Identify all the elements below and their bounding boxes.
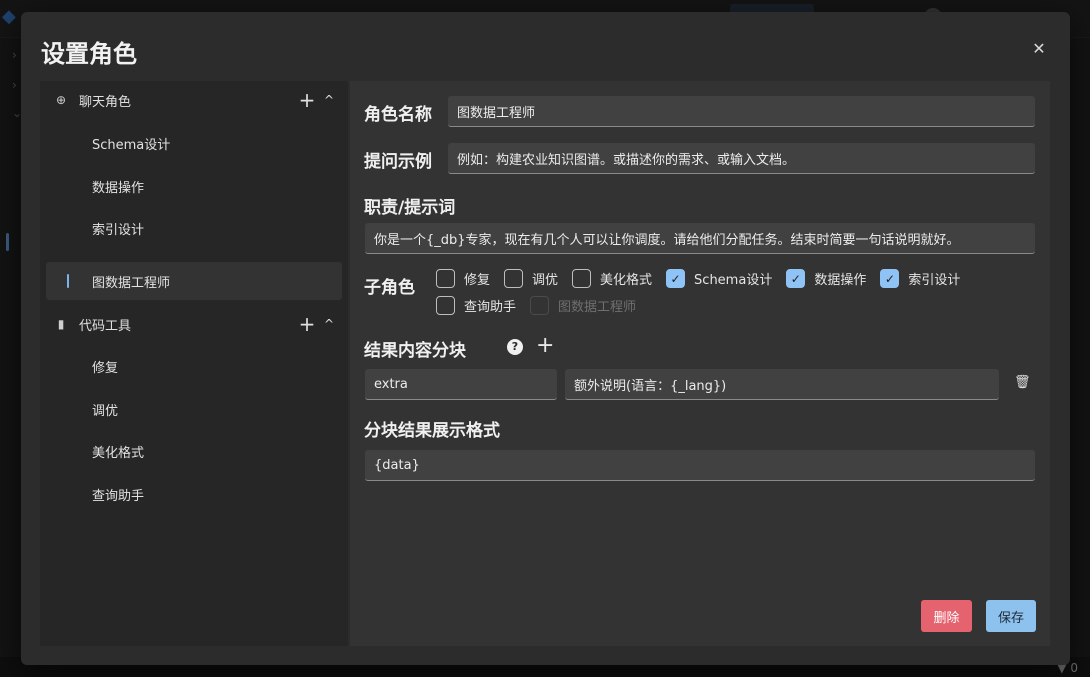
group-label: 聊天角色 <box>79 94 132 110</box>
sidebar-item-label: 美化格式 <box>92 445 145 461</box>
subroles-row-2: 查询助手 图数据工程师 <box>436 296 650 315</box>
checkbox-box <box>504 269 524 288</box>
robot-icon: ⊕ <box>55 93 67 107</box>
sidebar-item-label: 图数据工程师 <box>92 275 171 291</box>
save-button[interactable]: 保存 <box>986 600 1036 632</box>
prompt-label: 职责/提示词 <box>364 198 456 218</box>
sidebar-item-query-assistant[interactable]: 查询助手 <box>46 475 342 513</box>
checkmark-icon: ✓ <box>666 269 686 288</box>
sidebar-item-schema-design[interactable]: Schema设计 <box>46 124 342 162</box>
example-input[interactable]: 例如：构建农业知识图谱。或描述你的需求、或输入文档。 <box>448 143 1035 174</box>
sidebar-item-fix[interactable]: 修复 <box>46 347 342 385</box>
delete-button[interactable]: 删除 <box>921 600 972 632</box>
example-label: 提问示例 <box>364 152 432 172</box>
subrole-query-checkbox[interactable]: 查询助手 <box>436 296 516 315</box>
add-tool-icon[interactable]: + <box>298 314 316 334</box>
active-indicator <box>67 274 69 288</box>
sidebar-item-index-design[interactable]: 索引设计 <box>46 209 342 247</box>
role-form: 角色名称 图数据工程师 提问示例 例如：构建农业知识图谱。或描述你的需求、或输入… <box>350 81 1050 646</box>
subroles-row-1: 修复 调优 美化格式 ✓ Schema设计 ✓ 数据操作 ✓ 索引设计 <box>436 269 974 288</box>
sidebar-item-label: Schema设计 <box>92 137 171 153</box>
add-block-icon[interactable]: + <box>536 335 554 357</box>
checkbox-box <box>530 296 550 315</box>
sidebar-item-graph-engineer[interactable]: 图数据工程师 <box>46 262 342 300</box>
checkmark-icon: ✓ <box>880 269 900 288</box>
dialog-title: 设置角色 <box>41 40 137 68</box>
group-header-code-tools[interactable]: ▮ 代码工具 + ^ <box>46 305 342 343</box>
subrole-format-checkbox[interactable]: 美化格式 <box>572 269 652 288</box>
sidebar-item-label: 查询助手 <box>92 488 145 504</box>
subrole-schema-checkbox[interactable]: ✓ Schema设计 <box>666 269 772 288</box>
sidebar-item-label: 数据操作 <box>92 180 145 196</box>
blocks-label: 结果内容分块 <box>364 341 466 361</box>
sidebar-item-tune[interactable]: 调优 <box>46 390 342 428</box>
subrole-fix-checkbox[interactable]: 修复 <box>436 269 490 288</box>
add-role-icon[interactable]: + <box>298 90 316 110</box>
chevron-up-icon[interactable]: ^ <box>322 93 336 107</box>
sidebar-item-data-ops[interactable]: 数据操作 <box>46 167 342 205</box>
checkbox-box <box>436 269 455 288</box>
close-icon[interactable]: ✕ <box>1030 40 1048 58</box>
checkbox-box <box>572 269 592 288</box>
display-format-input[interactable]: {data} <box>365 450 1035 481</box>
sidebar-item-label: 调优 <box>92 403 119 419</box>
role-name-input[interactable]: 图数据工程师 <box>448 96 1035 127</box>
trash-icon[interactable]: 🗑 <box>1014 375 1031 390</box>
group-header-chat-roles[interactable]: ⊕ 聊天角色 + ^ <box>46 81 342 119</box>
chevron-up-icon[interactable]: ^ <box>322 317 336 331</box>
group-label: 代码工具 <box>79 318 132 334</box>
role-settings-dialog: 设置角色 ✕ ⊕ 聊天角色 + ^ Schema设计 数据操作 索引设计 图数据… <box>21 12 1070 665</box>
sidebar-item-label: 索引设计 <box>92 222 145 238</box>
display-format-label: 分块结果展示格式 <box>364 421 500 441</box>
subrole-data-ops-checkbox[interactable]: ✓ 数据操作 <box>786 269 866 288</box>
role-name-label: 角色名称 <box>364 105 432 125</box>
help-icon[interactable]: ? <box>507 339 523 355</box>
subroles-label: 子角色 <box>364 278 415 298</box>
code-tool-icon: ▮ <box>57 317 65 331</box>
checkmark-icon: ✓ <box>786 269 806 288</box>
sidebar-item-format[interactable]: 美化格式 <box>46 432 342 470</box>
sidebar-item-label: 修复 <box>92 360 119 376</box>
role-sidebar: ⊕ 聊天角色 + ^ Schema设计 数据操作 索引设计 图数据工程师 ▮ 代… <box>40 81 348 646</box>
checkbox-box <box>436 296 455 315</box>
subrole-tune-checkbox[interactable]: 调优 <box>504 269 558 288</box>
block-desc-input[interactable]: 额外说明(语言：{_lang}) <box>565 369 999 400</box>
subrole-index-checkbox[interactable]: ✓ 索引设计 <box>880 269 960 288</box>
prompt-input[interactable]: 你是一个{_db}专家，现在有几个人可以让你调度。请给他们分配任务。结束时简要一… <box>365 223 1035 254</box>
block-key-input[interactable]: extra <box>365 369 557 400</box>
subrole-graph-engineer-checkbox: 图数据工程师 <box>530 296 636 315</box>
